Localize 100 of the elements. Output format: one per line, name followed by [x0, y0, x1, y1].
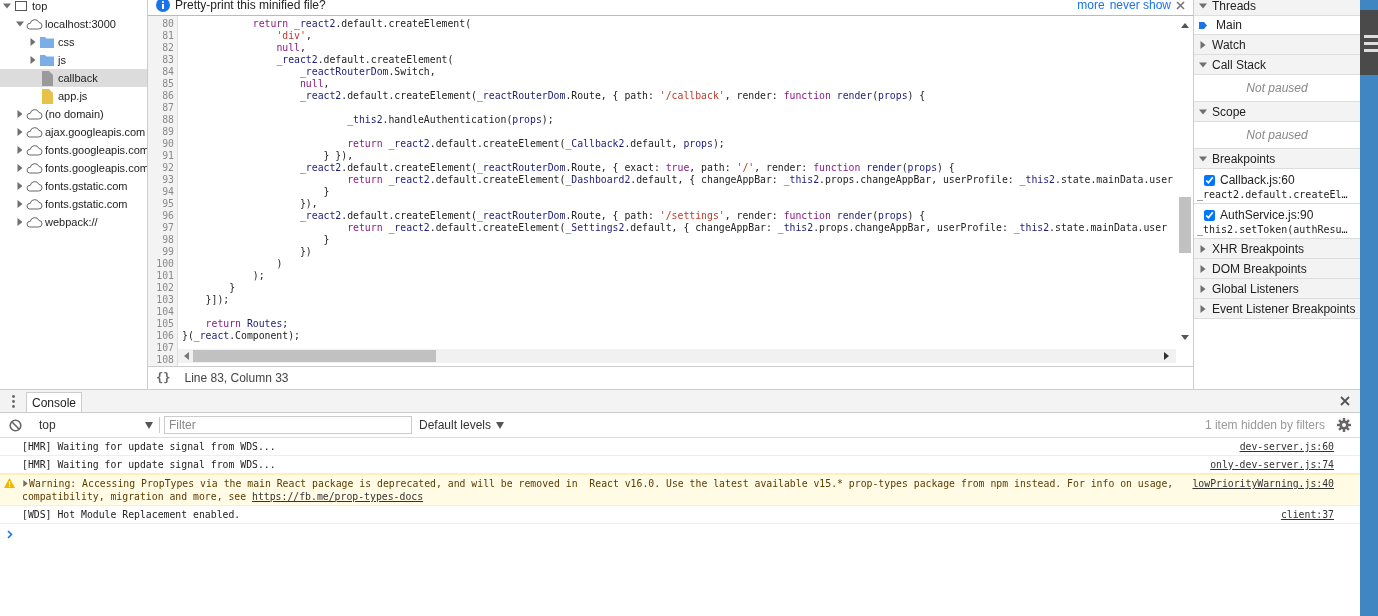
- caret-icon[interactable]: [29, 56, 37, 64]
- cloud-icon: [25, 126, 43, 138]
- line-number: 91: [161, 150, 175, 162]
- line-number: 100: [155, 258, 175, 270]
- section-header[interactable]: Threads: [1194, 0, 1360, 16]
- left-arrow-icon[interactable]: [184, 352, 189, 360]
- expand-icon[interactable]: [22, 480, 29, 487]
- caret-icon[interactable]: [29, 38, 37, 46]
- source-link[interactable]: only-dev-server.js:74: [1210, 458, 1334, 471]
- caret-icon[interactable]: [3, 2, 11, 10]
- info-icon: [156, 0, 170, 12]
- tree-item[interactable]: callback: [0, 69, 147, 87]
- warning-icon: [4, 478, 15, 488]
- code-line: } }),: [323, 150, 354, 161]
- code-line: );: [252, 270, 265, 281]
- infobar-link[interactable]: more: [1077, 0, 1105, 12]
- horizontal-scrollbar[interactable]: [178, 349, 1176, 363]
- down-arrow-icon[interactable]: [1180, 335, 1189, 340]
- log-message: [HMR] Waiting for update signal from WDS...: [22, 441, 276, 452]
- breakpoint-location[interactable]: AuthService.js:90: [1220, 208, 1314, 222]
- caret-icon[interactable]: [16, 110, 24, 118]
- section-header[interactable]: Scope: [1194, 102, 1360, 122]
- tree-item[interactable]: top: [0, 0, 147, 15]
- settings-icon[interactable]: [1337, 418, 1351, 432]
- line-number: 106: [155, 330, 175, 342]
- caret-icon[interactable]: [16, 146, 24, 154]
- caret-icon[interactable]: [1199, 304, 1207, 313]
- folder-icon: [40, 54, 54, 66]
- caret-icon[interactable]: [16, 200, 24, 208]
- docs-link[interactable]: https://fb.me/prop-types-docs: [252, 491, 424, 502]
- close-icon[interactable]: [1340, 396, 1350, 406]
- source-link[interactable]: lowPriorityWarning.js:40: [1192, 477, 1334, 503]
- tree-item[interactable]: webpack://: [0, 213, 147, 231]
- section-header[interactable]: Watch: [1194, 35, 1360, 55]
- more-options-icon[interactable]: [12, 394, 15, 408]
- tree-item[interactable]: localhost:3000: [0, 15, 147, 33]
- line-number: 99: [161, 246, 175, 258]
- section-header[interactable]: Event Listener Breakpoints: [1194, 299, 1360, 319]
- levels-dropdown[interactable]: Default levels: [419, 418, 505, 432]
- checkbox[interactable]: [1204, 174, 1215, 186]
- section-header[interactable]: Global Listeners: [1194, 279, 1360, 299]
- section-header[interactable]: XHR Breakpoints: [1194, 239, 1360, 259]
- caret-icon[interactable]: [16, 20, 24, 28]
- line-number: 90: [161, 138, 175, 150]
- filter-field[interactable]: Filter: [164, 416, 412, 434]
- caret-icon[interactable]: [1199, 154, 1207, 163]
- console-tab[interactable]: Console: [26, 392, 83, 412]
- code-line: }: [323, 186, 330, 197]
- file-icon: [41, 70, 53, 86]
- section-header[interactable]: Call Stack: [1194, 55, 1360, 75]
- line-number: 82: [161, 42, 175, 54]
- caret-icon[interactable]: [1199, 40, 1207, 49]
- tree-item[interactable]: css: [0, 33, 147, 51]
- checkbox[interactable]: [1204, 209, 1215, 221]
- tree-item[interactable]: js: [0, 51, 147, 69]
- caret-icon[interactable]: [1199, 60, 1207, 69]
- log-message: [HMR] Waiting for update signal from WDS...: [22, 459, 276, 470]
- code-line: return _react2.default.createElement(_Dashboard2.default, { changeAppBar: _this2.props.changeAppBar, userProfile: _this2.state.mainData.user: [347, 174, 1173, 185]
- caret-icon[interactable]: [1199, 244, 1207, 253]
- section-header[interactable]: Breakpoints: [1194, 149, 1360, 169]
- cloud-icon: [25, 216, 43, 228]
- tree-item[interactable]: ajax.googleapis.com: [0, 123, 147, 141]
- line-number: 83: [161, 54, 175, 66]
- line-number: 94: [161, 186, 175, 198]
- source-link[interactable]: client:37: [1280, 508, 1334, 521]
- clear-console-icon[interactable]: [9, 418, 22, 432]
- breakpoint-location[interactable]: Callback.js:60: [1220, 173, 1295, 187]
- line-number: 93: [161, 174, 175, 186]
- tree-item[interactable]: fonts.gstatic.com: [0, 177, 147, 195]
- menu-icon[interactable]: [1364, 32, 1378, 53]
- scrollbar-thumb[interactable]: [1178, 197, 1191, 253]
- line-number: 102: [155, 282, 175, 294]
- scrollbar-thumb[interactable]: [193, 350, 436, 362]
- context-dropdown[interactable]: top: [39, 418, 153, 432]
- file-icon: [41, 88, 53, 104]
- caret-icon[interactable]: [16, 182, 24, 190]
- tree-item[interactable]: (no domain): [0, 105, 147, 123]
- infobar-link[interactable]: never show: [1109, 0, 1171, 12]
- tree-item[interactable]: fonts.gstatic.com: [0, 195, 147, 213]
- code-line: _react2.default.createElement(_reactRouterDom.Route, { path: '/settings', render: function render(props) {: [299, 210, 926, 221]
- caret-icon[interactable]: [1199, 107, 1207, 116]
- format-button[interactable]: {}: [154, 371, 173, 385]
- breakpoint-code: _react2.default.createEl…: [1197, 189, 1348, 200]
- prompt-icon[interactable]: [7, 530, 13, 539]
- caret-icon[interactable]: [16, 218, 24, 226]
- source-link[interactable]: dev-server.js:60: [1239, 440, 1334, 453]
- right-arrow-icon[interactable]: [1164, 352, 1169, 360]
- up-arrow-icon[interactable]: [1180, 23, 1189, 28]
- section-header[interactable]: DOM Breakpoints: [1194, 259, 1360, 279]
- frame-icon: [14, 0, 28, 12]
- close-icon[interactable]: [1176, 0, 1185, 10]
- caret-icon[interactable]: [16, 164, 24, 172]
- caret-icon[interactable]: [16, 128, 24, 136]
- cloud-icon: [25, 162, 43, 174]
- caret-icon[interactable]: [1199, 284, 1207, 293]
- cloud-icon: [25, 180, 43, 192]
- line-number: 105: [155, 318, 175, 330]
- caret-icon[interactable]: [1199, 1, 1207, 10]
- caret-icon[interactable]: [1199, 264, 1207, 273]
- tree-item[interactable]: app.js: [0, 87, 147, 105]
